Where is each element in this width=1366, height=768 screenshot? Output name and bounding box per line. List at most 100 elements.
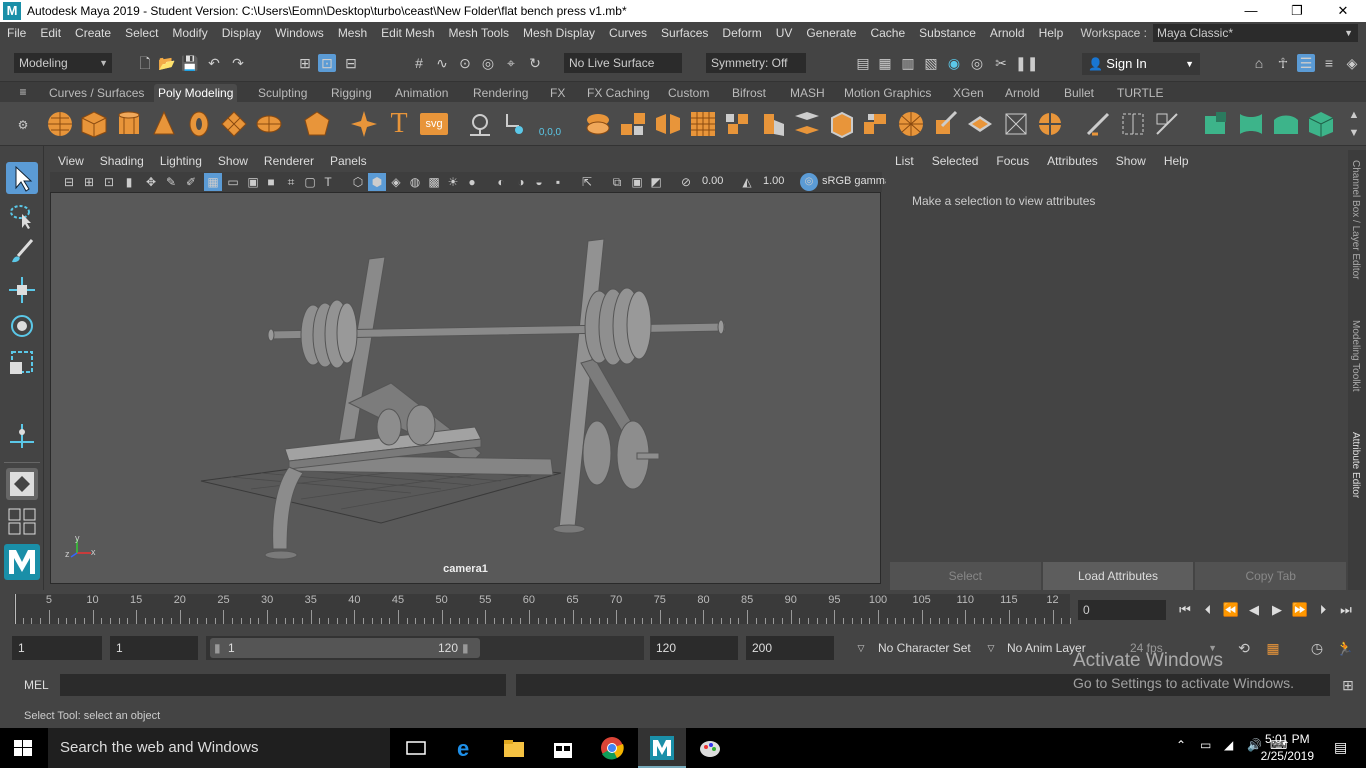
svg-tool-icon[interactable]: svg [420, 113, 448, 135]
workspace-dropdown[interactable]: Maya Classic* ▼ [1153, 24, 1358, 42]
character-controls-icon[interactable]: ☥ [1274, 54, 1292, 72]
file-explorer-icon[interactable] [502, 736, 526, 760]
light-icon[interactable]: ☀ [444, 173, 462, 191]
time-ruler[interactable]: 5 10 15 20 25 30 35 40 45 50 55 60 65 70 75 80 85 90 95 100… [14, 594, 1071, 624]
ae-menu-attributes[interactable]: Attributes [1038, 154, 1107, 168]
separate-icon[interactable] [619, 110, 647, 138]
ae-copy-tab-button[interactable]: Copy Tab [1195, 562, 1347, 590]
motion-blur-icon[interactable]: ◑ [512, 173, 530, 191]
current-time-marker[interactable] [15, 594, 16, 624]
battery-icon[interactable]: ▭ [1200, 738, 1211, 752]
smooth-shade-icon[interactable]: ⬢ [368, 173, 386, 191]
shelf-tab-curves-surfaces[interactable]: Curves / Surfaces [45, 84, 148, 102]
tray-expand-icon[interactable]: ⌃ [1176, 738, 1186, 752]
go-to-start-icon[interactable]: ⏮ [1176, 600, 1194, 620]
lighting-icon[interactable]: ▩ [425, 173, 443, 191]
slide-edge-icon[interactable] [1153, 110, 1181, 138]
isolate-select-icon[interactable]: ⇱ [578, 173, 596, 191]
super-shape-icon[interactable] [350, 110, 378, 138]
ae-menu-show[interactable]: Show [1107, 154, 1155, 168]
ae-menu-selected[interactable]: Selected [923, 154, 988, 168]
bookmark-icon[interactable]: ⊡ [100, 173, 118, 191]
shelf-tab-bullet[interactable]: Bullet [1060, 84, 1098, 102]
store-icon[interactable] [551, 736, 575, 760]
field-chart-icon[interactable]: ⌗ [282, 173, 300, 191]
safe-title-icon[interactable]: T [319, 173, 337, 191]
viewport-menu-shading[interactable]: Shading [92, 154, 152, 168]
range-end-grip-icon[interactable]: ▮ [462, 636, 472, 660]
edge-browser-icon[interactable]: e [454, 736, 478, 760]
measure-tool-icon[interactable] [466, 110, 494, 138]
rotate-tool-button[interactable] [6, 310, 38, 342]
scene-end-field[interactable]: 200 [746, 636, 834, 660]
chrome-icon[interactable] [600, 736, 624, 760]
ae-load-attributes-button[interactable]: Load Attributes [1042, 562, 1194, 590]
playback-start-field[interactable]: 1 [110, 636, 198, 660]
redo-icon[interactable]: ↷ [229, 54, 247, 72]
shelf-tab-arnold[interactable]: Arnold [1001, 84, 1044, 102]
uv-editor-icon[interactable] [1202, 110, 1230, 138]
menu-mesh[interactable]: Mesh [331, 26, 374, 40]
script-editor-icon[interactable]: ⊞ [1339, 676, 1357, 694]
shelf-tab-rigging[interactable]: Rigging [327, 84, 376, 102]
tab-modeling-toolkit[interactable]: Modeling Toolkit [1350, 320, 1361, 392]
chevron-down-icon[interactable]: ▽ [852, 639, 870, 657]
step-back-frame-icon[interactable]: ⏴ [1199, 600, 1217, 620]
depth-of-field-icon[interactable]: ▪ [549, 173, 567, 191]
menu-create[interactable]: Create [68, 26, 118, 40]
sign-in-button[interactable]: 👤 Sign In ▼ [1082, 53, 1200, 75]
select-object-icon[interactable]: ⊡ [318, 54, 336, 72]
menu-curves[interactable]: Curves [602, 26, 654, 40]
poly-cylinder-icon[interactable] [115, 110, 143, 138]
range-start-grip-icon[interactable]: ▮ [214, 636, 224, 660]
maya-taskbar-button[interactable] [638, 728, 686, 768]
viewport-menu-show[interactable]: Show [210, 154, 256, 168]
ipr-render-icon[interactable]: ▦ [876, 54, 894, 72]
bevel-icon[interactable] [828, 110, 856, 138]
shelf-tab-turtle[interactable]: TURTLE [1113, 84, 1167, 102]
task-view-icon[interactable] [404, 736, 428, 760]
shelf-tab-rendering[interactable]: Rendering [469, 84, 532, 102]
menu-windows[interactable]: Windows [268, 26, 331, 40]
windows-start-icon[interactable] [14, 740, 32, 756]
crease-icon[interactable] [1119, 110, 1147, 138]
menu-edit-mesh[interactable]: Edit Mesh [374, 26, 441, 40]
poly-cone-icon[interactable] [150, 110, 178, 138]
close-button[interactable]: ✕ [1320, 0, 1366, 22]
menu-arnold[interactable]: Arnold [983, 26, 1032, 40]
restore-button[interactable]: ❐ [1274, 0, 1320, 22]
action-center-icon[interactable]: ▤ [1334, 739, 1347, 756]
shelf-scroll-up-icon[interactable]: ▲ [1345, 106, 1363, 124]
viewport-menu-renderer[interactable]: Renderer [256, 154, 322, 168]
poly-torus-icon[interactable] [185, 110, 213, 138]
insert-edge-loop-icon[interactable] [897, 110, 925, 138]
shelf-tab-motion-graphics[interactable]: Motion Graphics [840, 84, 935, 102]
center-pivot-icon[interactable]: 0,0,0 [536, 110, 564, 138]
menu-help[interactable]: Help [1032, 26, 1071, 40]
viewport-menu-panels[interactable]: Panels [322, 154, 375, 168]
lasso-tool-button[interactable] [6, 200, 38, 232]
go-to-end-icon[interactable]: ⏭ [1337, 600, 1355, 620]
snap-live-icon[interactable]: ↻ [526, 54, 544, 72]
shelf-tab-xgen[interactable]: XGen [949, 84, 988, 102]
target-weld-icon[interactable] [1002, 110, 1030, 138]
network-icon[interactable]: ◢ [1224, 738, 1233, 752]
edit-edge-flow-icon[interactable] [1084, 110, 1112, 138]
single-perspective-layout-button[interactable] [6, 468, 38, 500]
snap-align-icon[interactable] [501, 110, 529, 138]
play-backwards-icon[interactable]: ◀ [1245, 600, 1263, 620]
paint-select-tool-button[interactable] [6, 236, 38, 268]
image-plane-icon[interactable]: ▮ [120, 173, 138, 191]
open-scene-icon[interactable]: 📂 [158, 54, 176, 72]
color-management-icon[interactable]: ◎ [800, 173, 818, 191]
scene-start-field[interactable]: 1 [12, 636, 102, 660]
gamma-value[interactable]: 1.00 [763, 175, 784, 187]
attribute-editor-toggle-icon[interactable]: ☰ [1297, 54, 1315, 72]
mirror-icon[interactable] [654, 110, 682, 138]
menu-uv[interactable]: UV [769, 26, 800, 40]
viewport-menu-view[interactable]: View [50, 154, 92, 168]
gate-mask-icon[interactable]: ■ [262, 173, 280, 191]
shelf-tab-fx-caching[interactable]: FX Caching [583, 84, 654, 102]
ipr-icon[interactable]: ▥ [899, 54, 917, 72]
ae-menu-list[interactable]: List [886, 154, 923, 168]
